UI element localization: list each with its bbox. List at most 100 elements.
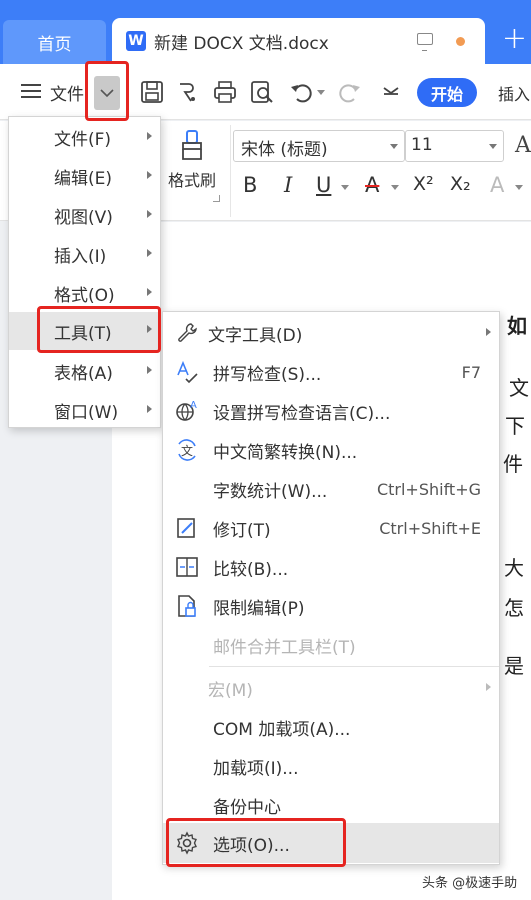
menu-item-window[interactable]: 窗口(W) [9,392,160,428]
annotation-box-options [166,818,346,867]
menu-item-view[interactable]: 视图(V) [9,197,160,233]
expand-dialog-icon[interactable] [213,195,220,202]
menu-item-label: 修订(T) [213,520,271,541]
menu-item-addins[interactable]: 加载项(I)... [163,748,499,784]
menu-item-label: 字数统计(W)... [213,481,328,502]
chevron-down-icon [489,144,497,149]
menu-item-file[interactable]: 文件(F) [9,119,160,155]
menu-item-label: 限制编辑(P) [213,598,305,619]
menu-item-label: 格式(O) [54,285,115,306]
menu-item-label: 窗口(W) [54,402,119,423]
quick-toolbar: 文件 开始 插入 [0,64,531,120]
menu-item-table[interactable]: 表格(A) [9,353,160,389]
restrict-edit-icon [178,595,196,617]
underline-dropdown-icon[interactable] [341,185,349,190]
font-color-icon[interactable]: A [515,133,531,158]
menu-item-label: 视图(V) [54,207,113,228]
shortcut-label: Ctrl+Shift+E [379,518,481,538]
menu-item-edit[interactable]: 编辑(E) [9,158,160,194]
chevron-right-icon [147,132,152,140]
ribbon-divider [230,125,231,217]
monitor-icon[interactable] [417,33,433,51]
menu-item-label: 编辑(E) [54,168,113,189]
menu-separator [209,666,499,667]
undo-dropdown-icon[interactable] [317,90,325,96]
chevron-right-icon [486,683,491,691]
menu-item-label: 备份中心 [213,797,281,818]
strikethrough-dropdown-icon[interactable] [391,185,399,190]
doc-text-fragment: 如 [507,314,527,338]
annotation-box-tools [37,306,161,353]
menu-item-label: 加载项(I)... [213,758,299,779]
print-preview-icon[interactable] [249,79,275,105]
tools-submenu: 文字工具(D) 拼写检查(S)... F7 A 设置拼写检查语言(C)... 文… [162,311,500,865]
italic-icon[interactable]: I [284,173,292,197]
insert-tab[interactable]: 插入 [498,81,530,105]
menu-item-label: 拼写检查(S)... [213,364,322,385]
chevron-right-icon [147,288,152,296]
menu-item-spell-language[interactable]: A 设置拼写检查语言(C)... [163,393,499,429]
doc-text-fragment: 下 [505,414,525,438]
menu-item-spell-check[interactable]: 拼写检查(S)... F7 [163,354,499,390]
main-menu: 文件(F) 编辑(E) 视图(V) 插入(I) 格式(O) 工具(T) 表格(A… [8,116,161,428]
doc-text-fragment: 件 [503,452,523,476]
annotation-box-dropdown [85,61,129,121]
shortcut-label: Ctrl+Shift+G [376,479,481,499]
tab-bar: 首页 W 新建 DOCX 文档.docx + [0,0,531,64]
tab-home-label: 首页 [37,34,72,55]
font-name-select[interactable]: 宋体 (标题) [233,130,405,162]
menu-item-label: 设置拼写检查语言(C)... [213,403,391,424]
menu-item-com-addins[interactable]: COM 加载项(A)... [163,709,499,745]
menu-item-text-tools[interactable]: 文字工具(D) [163,315,499,351]
compare-icon [176,557,198,577]
text-effect-icon[interactable]: A [490,173,504,197]
text-effect-dropdown-icon[interactable] [515,185,523,190]
menu-item-label: 表格(A) [54,363,113,384]
doc-text-fragment: 文 [509,376,529,400]
format-painter-button[interactable]: 格式刷 [162,129,222,191]
tab-document[interactable]: W 新建 DOCX 文档.docx [112,18,485,64]
tab-document-label: 新建 DOCX 文档.docx [154,33,329,54]
tab-home[interactable]: 首页 [3,20,106,64]
format-brush-quick-icon[interactable] [175,79,201,105]
undo-icon[interactable] [288,79,314,105]
menu-item-chinese-convert[interactable]: 文 中文简繁转换(N)... [163,432,499,468]
menu-item-label: 插入(I) [54,246,107,267]
menu-item-label: 中文简繁转换(N)... [213,442,358,463]
menu-item-mail-merge-toolbar: 邮件合并工具栏(T) [163,627,499,663]
bold-icon[interactable]: B [243,173,257,197]
menu-item-word-count[interactable]: 字数统计(W)... Ctrl+Shift+G [163,471,499,507]
shortcut-label: F7 [461,362,481,382]
menu-item-restrict-edit[interactable]: 限制编辑(P) [163,588,499,624]
chevron-right-icon [147,405,152,413]
menu-item-compare[interactable]: 比较(B)... [163,549,499,585]
convert-icon: 文 [178,439,196,461]
watermark: 头条 @极速手助 [422,876,518,891]
doc-text-fragment: 怎 [504,596,524,620]
revision-icon [177,518,195,538]
underline-icon[interactable]: U [316,173,331,197]
superscript-icon[interactable]: X² [413,173,434,195]
unsaved-dot-icon [456,37,465,46]
menu-item-revision[interactable]: 修订(T) Ctrl+Shift+E [163,510,499,546]
menu-item-label: 文件(F) [54,129,112,150]
redo-icon [339,84,360,103]
font-size-select[interactable]: 11 [405,130,504,162]
spell-check-icon [177,360,198,384]
chevron-down-icon [390,144,398,149]
subscript-icon[interactable]: X₂ [450,173,471,195]
save-icon[interactable] [139,79,165,105]
new-tab-icon[interactable]: + [502,24,527,54]
file-menu-button[interactable]: 文件 [50,80,84,105]
language-icon: A [176,400,197,421]
svg-text:A: A [190,400,197,411]
hamburger-menu-icon[interactable] [21,84,41,98]
wps-writer-icon: W [126,31,146,51]
doc-text-fragment: 大 [504,556,524,580]
strikethrough-icon[interactable]: A [365,173,379,197]
print-icon[interactable] [212,79,238,105]
start-tab-button[interactable]: 开始 [417,78,477,107]
menu-item-label: COM 加载项(A)... [213,719,351,740]
menu-item-insert[interactable]: 插入(I) [9,236,160,272]
more-commands-icon[interactable] [378,79,404,105]
